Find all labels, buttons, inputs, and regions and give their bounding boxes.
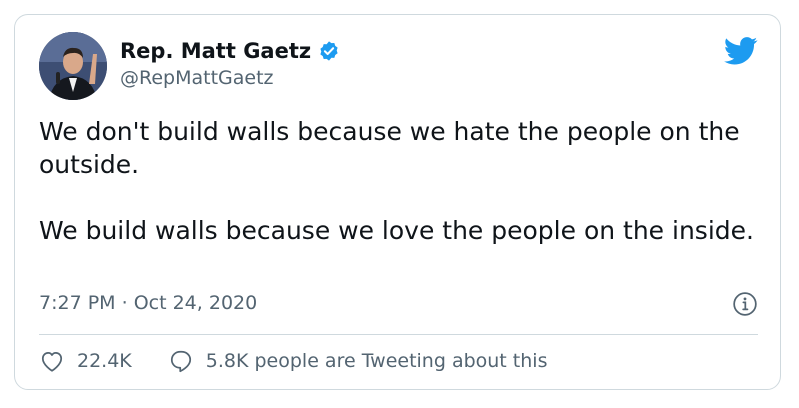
tweet-paragraph: We don't build walls because we hate the…	[39, 117, 740, 179]
reply-summary[interactable]: 5.8K people are Tweeting about this	[206, 350, 548, 372]
user-handle[interactable]: @RepMattGaetz	[120, 67, 274, 89]
tweet-timestamp[interactable]: 7:27 PM · Oct 24, 2020	[39, 292, 257, 314]
tweet-card[interactable]: Rep. Matt Gaetz @RepMattGaetz We don't b…	[14, 14, 781, 390]
tweet-actions: 22.4K 5.8K people are Tweeting about thi…	[39, 348, 547, 374]
reply-bubble-icon	[170, 350, 191, 373]
like-count[interactable]: 22.4K	[77, 350, 132, 372]
avatar[interactable]	[39, 32, 107, 100]
tweet-time[interactable]: 7:27 PM	[39, 292, 116, 314]
heart-icon	[41, 352, 63, 372]
display-name[interactable]: Rep. Matt Gaetz	[120, 39, 311, 63]
twitter-bird-icon[interactable]	[723, 37, 758, 65]
info-icon[interactable]	[732, 291, 758, 317]
like-button[interactable]: 22.4K	[39, 348, 132, 374]
divider	[39, 334, 758, 335]
tweet-date[interactable]: Oct 24, 2020	[134, 292, 258, 314]
tweet-text: We don't build walls because we hate the…	[39, 115, 759, 247]
reply-button[interactable]: 5.8K people are Tweeting about this	[168, 348, 548, 374]
meta-separator: ·	[121, 292, 128, 314]
tweet-paragraph: We build walls because we love the peopl…	[39, 216, 754, 245]
verified-badge-icon	[318, 40, 340, 62]
